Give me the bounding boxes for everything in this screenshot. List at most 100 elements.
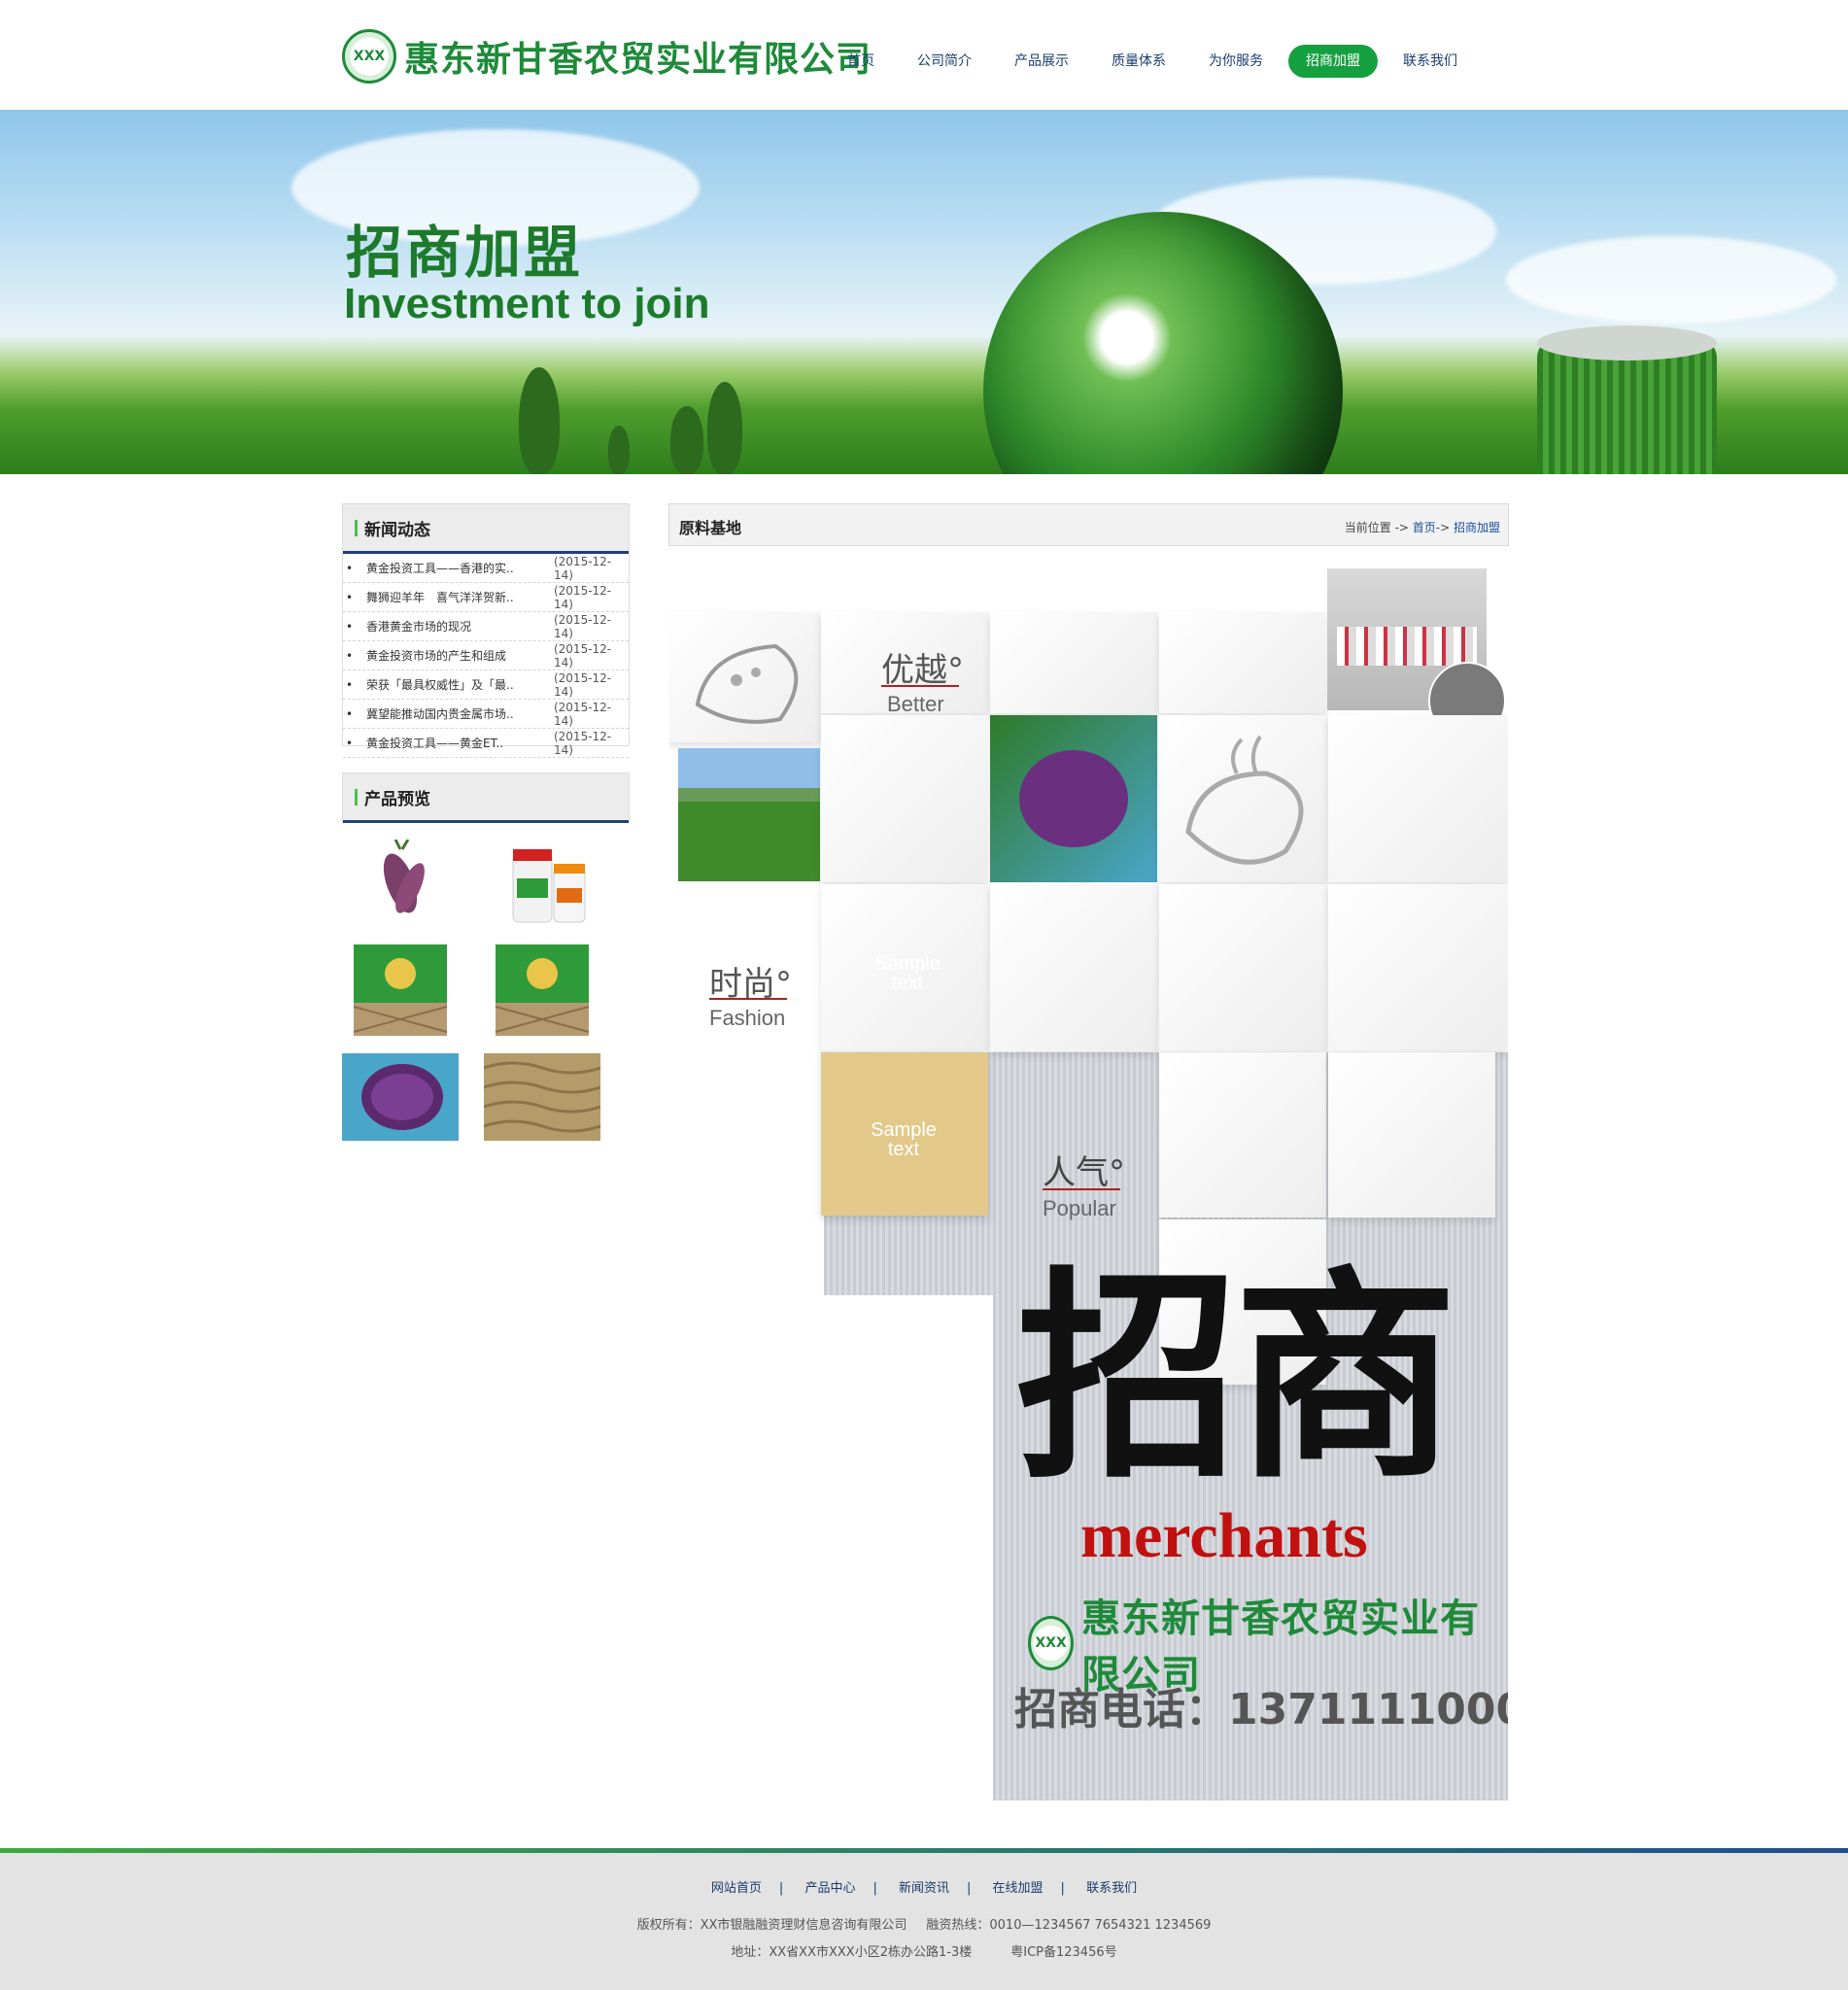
- poster-tile-fashion: 时尚° Fashion: [668, 887, 820, 1033]
- news-item[interactable]: 冀望能推动国内贵金属市场..(2015-12-14): [343, 700, 629, 729]
- nav-item-about[interactable]: 公司简介: [900, 45, 989, 78]
- footer-separator: |: [873, 1881, 877, 1896]
- breadcrumb-arrow: ->: [1435, 521, 1454, 534]
- footer-link-products[interactable]: 产品中心: [804, 1881, 855, 1896]
- cloud-decoration: [1506, 236, 1836, 324]
- main-nav: 首页 公司简介 产品展示 质量体系 为你服务 招商加盟 联系我们: [826, 45, 1479, 78]
- purple-potato-slice: [1019, 750, 1128, 847]
- footer-link-contact[interactable]: 联系我们: [1086, 1881, 1137, 1896]
- fashion-underline: [709, 998, 787, 1000]
- popular-underline: [1043, 1188, 1120, 1190]
- breadcrumb-prefix: 当前位置 ->: [1344, 521, 1413, 534]
- poster-tile: [990, 612, 1157, 713]
- news-item[interactable]: 舞狮迎羊年 喜气洋洋贺新..(2015-12-14): [343, 583, 629, 612]
- poster-tile-sample-gold: Sample text: [821, 1052, 988, 1216]
- banner-subtitle: Investment to join: [344, 280, 710, 327]
- factory-photo: [1327, 568, 1506, 739]
- nav-item-investment[interactable]: 招商加盟: [1288, 45, 1378, 78]
- poster-tile: [1159, 884, 1326, 1051]
- poster-tile: [821, 715, 988, 882]
- footer-separator: |: [1060, 1881, 1065, 1896]
- poster-tile: [1328, 884, 1508, 1051]
- tree-decoration: [608, 426, 630, 474]
- better-en-label: Better: [887, 692, 944, 716]
- footer-nav: 网站首页 | 产品中心 | 新闻资讯 | 在线加盟 | 联系我们: [0, 1877, 1848, 1896]
- factory-workers-row: [1337, 627, 1477, 666]
- sample-text-label: Sample text: [871, 1119, 937, 1160]
- news-panel-title: 新闻动态: [343, 504, 629, 554]
- footer-copyright: 版权所有：XX市银融融资理财信息咨询有限公司: [636, 1918, 907, 1933]
- product-gift-box-image[interactable]: [484, 939, 600, 1036]
- content-title: 原料基地: [679, 519, 742, 537]
- footer-separator: |: [967, 1881, 972, 1896]
- news-item[interactable]: 黄金投资市场的产生和组成(2015-12-14): [343, 641, 629, 670]
- poster-tile: [990, 884, 1157, 1051]
- news-panel: 新闻动态 黄金投资工具——香港的实..(2015-12-14) 舞狮迎羊年 喜气…: [342, 503, 630, 758]
- news-item[interactable]: 黄金投资工具——黄金ET..(2015-12-14): [343, 729, 629, 758]
- products-panel-title: 产品预览: [343, 773, 629, 823]
- footer-icp: 粤ICP备123456号: [1010, 1945, 1117, 1960]
- purple-potato-photo: [990, 715, 1157, 882]
- footer-link-home[interactable]: 网站首页: [711, 1881, 762, 1896]
- product-jars-image[interactable]: [484, 840, 600, 927]
- nav-item-home[interactable]: 首页: [830, 45, 892, 78]
- site-footer: 网站首页 | 产品中心 | 新闻资讯 | 在线加盟 | 联系我们 版权所有：XX市银融融…: [0, 1848, 1848, 1990]
- poster-tile-popular: 人气° Popular: [990, 1052, 1157, 1220]
- tree-decoration: [670, 406, 703, 474]
- farm-field-photo: [678, 748, 820, 881]
- banner-title: 招商加盟: [346, 220, 584, 286]
- poster-tile: [668, 612, 820, 742]
- poster-headline-en: merchants: [1080, 1500, 1368, 1571]
- poster-headline-cn: 招商: [1016, 1247, 1457, 1509]
- product-sweet-potato-image[interactable]: [342, 839, 459, 927]
- poster-tile-better: 优越° Better: [821, 612, 988, 716]
- site-header: XXX 惠东新甘香农贸实业有限公司 首页 公司简介 产品展示 质量体系 为你服务…: [0, 0, 1848, 110]
- company-name: 惠东新甘香农贸实业有限公司: [404, 39, 873, 80]
- footer-copyright-line: 版权所有：XX市银融融资理财信息咨询有限公司 融资热线：0010—1234567 …: [0, 1914, 1848, 1933]
- footer-divider: [0, 1848, 1848, 1853]
- breadcrumb-current[interactable]: 招商加盟: [1454, 521, 1500, 534]
- breadcrumb-home-link[interactable]: 首页: [1413, 521, 1436, 534]
- sample-text-label: Sample text: [874, 953, 941, 994]
- logo-emblem-icon: XXX: [1028, 1616, 1075, 1670]
- nav-item-service[interactable]: 为你服务: [1191, 45, 1281, 78]
- fashion-en-label: Fashion: [709, 1006, 786, 1030]
- better-cn-label: 优越°: [881, 651, 964, 690]
- breadcrumb: 当前位置 -> 首页-> 招商加盟: [1345, 519, 1500, 535]
- nav-item-quality[interactable]: 质量体系: [1094, 45, 1183, 78]
- content-title-bar: 原料基地 当前位置 -> 首页-> 招商加盟: [668, 503, 1509, 546]
- footer-address: 地址：XX省XX市XXX小区2栋办公路1-3楼: [731, 1945, 973, 1960]
- product-noodles-image[interactable]: [483, 1053, 601, 1141]
- product-gift-box-image[interactable]: [342, 939, 459, 1036]
- poster-tile: [1328, 1052, 1495, 1218]
- news-item[interactable]: 香港黄金市场的现况(2015-12-14): [343, 612, 629, 641]
- investment-poster: 优越° Better 时尚° Fashion Sample text Sampl…: [668, 566, 1508, 1801]
- tree-decoration: [519, 367, 560, 474]
- grass-cylinder-top: [1537, 326, 1717, 360]
- footer-separator: |: [778, 1881, 784, 1896]
- poster-tile: [1159, 612, 1326, 713]
- products-panel: 产品预览: [342, 772, 630, 824]
- footer-hotline: 融资热线：0010—1234567 7654321 1234569: [926, 1918, 1212, 1933]
- footer-link-news[interactable]: 新闻资讯: [899, 1881, 949, 1896]
- poster-tile: [1328, 715, 1508, 882]
- nav-item-contact[interactable]: 联系我们: [1386, 45, 1475, 78]
- hero-banner: 招商加盟 Investment to join: [0, 110, 1848, 474]
- footer-link-join[interactable]: 在线加盟: [993, 1881, 1044, 1896]
- site-logo[interactable]: XXX 惠东新甘香农贸实业有限公司: [342, 27, 872, 86]
- tree-decoration: [707, 382, 742, 474]
- logo-emblem-icon: XXX: [342, 29, 396, 84]
- better-underline: [881, 685, 959, 687]
- nav-item-products[interactable]: 产品展示: [997, 45, 1086, 78]
- product-thumbnails: [342, 824, 626, 1141]
- product-purple-potato-image[interactable]: [342, 1053, 459, 1141]
- popular-en-label: Popular: [1043, 1196, 1116, 1220]
- footer-address-line: 地址：XX省XX市XXX小区2栋办公路1-3楼 粤ICP备123456号: [0, 1941, 1848, 1960]
- popular-cn-label: 人气°: [1043, 1153, 1125, 1192]
- poster-tile: [1159, 1052, 1326, 1218]
- news-item[interactable]: 黄金投资工具——香港的实..(2015-12-14): [343, 554, 629, 583]
- poster-tile-sample: Sample text: [821, 884, 988, 1051]
- poster-tile: [1159, 715, 1326, 882]
- news-item[interactable]: 荣获「最具权威性」及「最..(2015-12-14): [343, 670, 629, 700]
- investment-phone: 招商电话：13711110000: [1014, 1685, 1508, 1734]
